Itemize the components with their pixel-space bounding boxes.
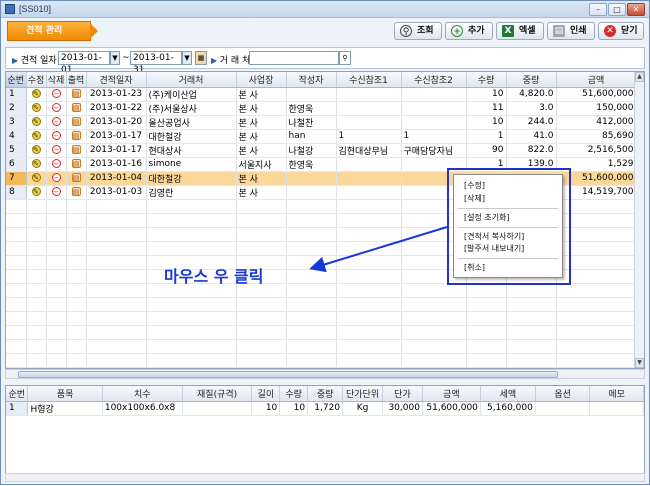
app-window: [SS010] – □ ✕ 견적 관리 ⚲ 조회 + 추가 X 엑셀 ▤ 인쇄 … (0, 0, 650, 485)
right-click-annotation: 마우스 우 클릭 (164, 267, 264, 286)
annotation-arrow (309, 226, 448, 273)
